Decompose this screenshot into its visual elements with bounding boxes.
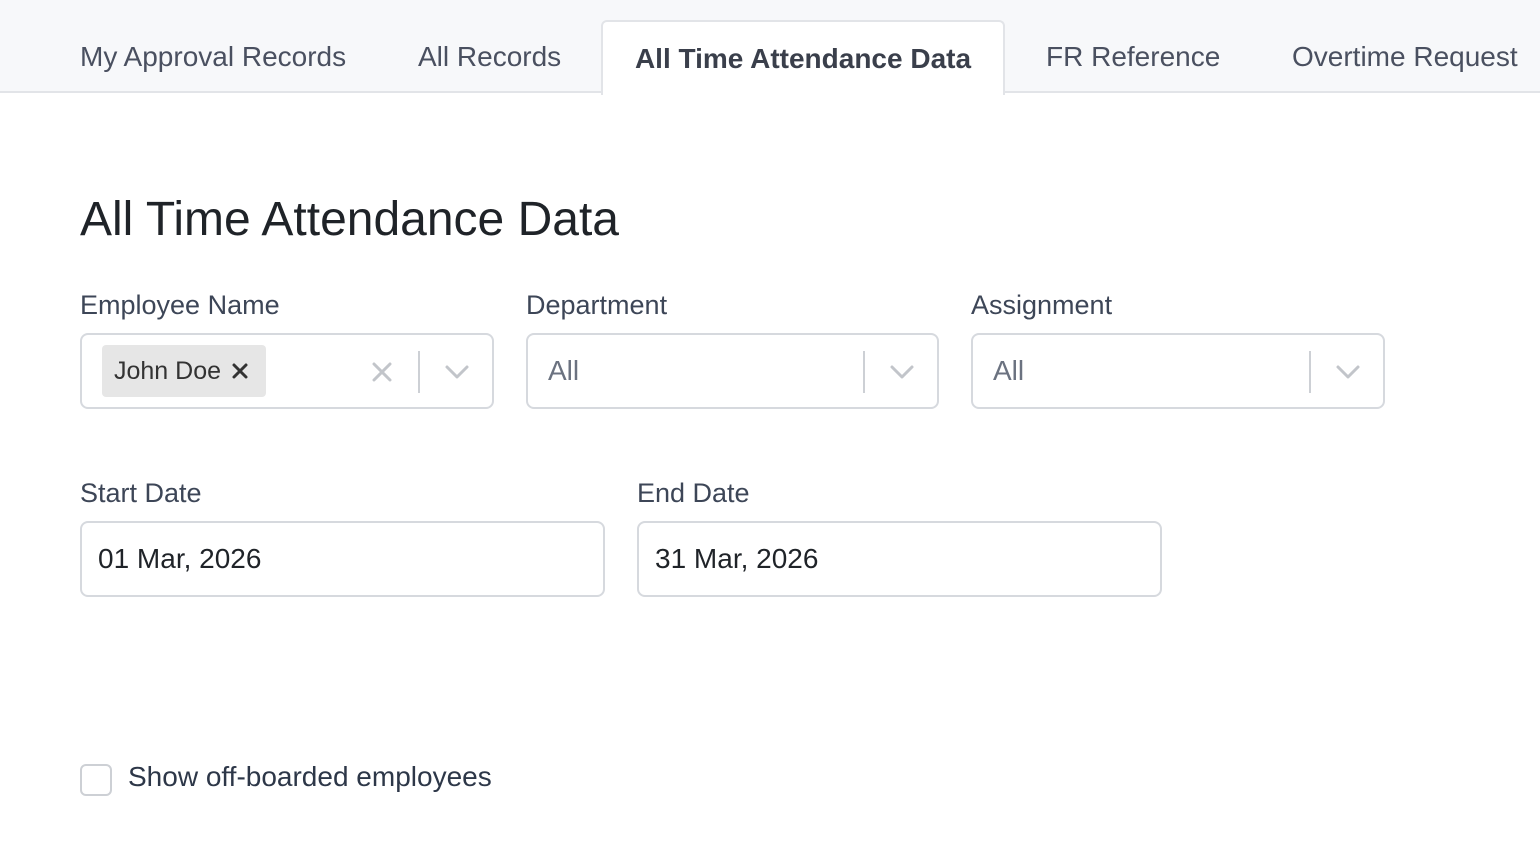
assignment-value: All bbox=[993, 355, 1025, 386]
tab-all-time-attendance-data[interactable]: All Time Attendance Data bbox=[601, 20, 1005, 95]
selected-employee-chip: John Doe bbox=[102, 345, 266, 397]
end-date-label: End Date bbox=[637, 478, 750, 508]
tab-all-records[interactable]: All Records bbox=[418, 20, 561, 93]
select-separator bbox=[863, 351, 865, 393]
tab-overtime-request[interactable]: Overtime Request bbox=[1292, 20, 1518, 93]
employee-name-select[interactable]: John Doe bbox=[80, 333, 494, 409]
chevron-down-icon[interactable] bbox=[444, 361, 470, 383]
select-separator bbox=[418, 351, 420, 393]
department-select[interactable]: All bbox=[526, 333, 939, 409]
page-title: All Time Attendance Data bbox=[80, 193, 619, 246]
employee-name-label: Employee Name bbox=[80, 290, 280, 320]
start-date-label: Start Date bbox=[80, 478, 202, 508]
clear-icon[interactable] bbox=[370, 360, 394, 384]
chevron-down-icon[interactable] bbox=[1335, 361, 1361, 383]
select-separator bbox=[1309, 351, 1311, 393]
tab-fr-reference[interactable]: FR Reference bbox=[1046, 20, 1220, 93]
department-value: All bbox=[548, 355, 580, 386]
end-date-input[interactable] bbox=[637, 521, 1162, 597]
department-label: Department bbox=[526, 290, 668, 320]
show-offboarded-label[interactable]: Show off-boarded employees bbox=[128, 761, 492, 793]
close-icon[interactable] bbox=[230, 361, 250, 381]
assignment-label: Assignment bbox=[971, 290, 1113, 320]
assignment-select[interactable]: All bbox=[971, 333, 1385, 409]
tab-bar: My Approval Records All Records All Time… bbox=[0, 0, 1540, 95]
show-offboarded-checkbox[interactable] bbox=[80, 764, 112, 796]
tab-my-approval-records[interactable]: My Approval Records bbox=[80, 20, 346, 93]
chip-label: John Doe bbox=[114, 357, 222, 385]
start-date-input[interactable] bbox=[80, 521, 605, 597]
chevron-down-icon[interactable] bbox=[889, 361, 915, 383]
